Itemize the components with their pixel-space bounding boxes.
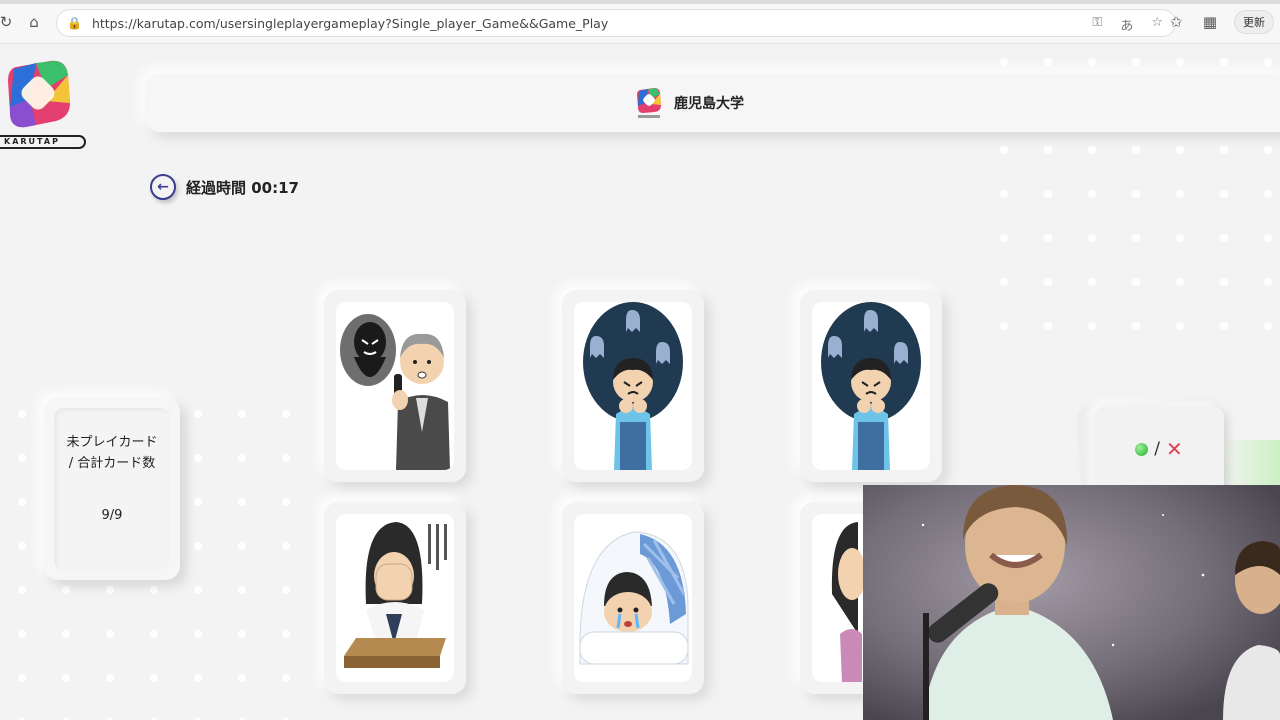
remaining-cards-label: 未プレイカード / 合計カード数: [66, 435, 158, 471]
remaining-cards-value: 9/9: [101, 508, 123, 523]
webcam-video-feed-icon: [863, 485, 1280, 720]
karutap-logo-icon: [8, 60, 70, 128]
home-icon[interactable]: ⌂: [24, 12, 44, 32]
webcam-overlay: [863, 485, 1280, 720]
karuta-card-depressed-at-desk[interactable]: [324, 502, 466, 694]
favorites-icon[interactable]: ✩: [1166, 13, 1186, 31]
karutap-logo[interactable]: KARUTAP: [0, 55, 90, 155]
browser-toolbar: ↻ ⌂ 🔒 https://karutap.com/usersingleplay…: [0, 0, 1280, 44]
address-bar[interactable]: 🔒 https://karutap.com/usersingleplayerga…: [56, 9, 1176, 37]
score-separator: /: [1154, 439, 1160, 459]
karuta-card-crying-under-blanket[interactable]: [562, 502, 704, 694]
url-text: https://karutap.com/usersingleplayergame…: [91, 15, 609, 31]
back-arrow-icon[interactable]: ←: [150, 174, 176, 200]
correct-dot-icon: [1135, 442, 1149, 456]
elapsed-time: 経過時間 00:17: [186, 178, 299, 197]
read-aloud-icon[interactable]: あ: [1120, 15, 1133, 34]
update-button[interactable]: 更新: [1234, 10, 1274, 34]
karutap-wordmark: KARUTAP: [0, 135, 86, 149]
extensions-icon[interactable]: ▦: [1200, 13, 1220, 31]
tab-strip: [0, 0, 1280, 4]
scared-boy-ghosts-illustration-icon: [583, 302, 683, 470]
karuta-card-scared-boy-ghosts-2[interactable]: [800, 290, 942, 482]
scared-boy-ghosts-illustration-icon: [821, 302, 921, 470]
crying-under-blanket-illustration-icon: [579, 531, 689, 665]
university-name: 鹿児島大学: [674, 96, 744, 112]
favorite-star-icon[interactable]: ☆: [1151, 15, 1163, 34]
depressed-at-desk-illustration-icon: [344, 522, 447, 668]
header-panel: 鹿児島大学: [145, 74, 1280, 132]
site-info-icon[interactable]: 🔒: [67, 16, 82, 30]
timer-row: ← 経過時間 00:17: [150, 174, 299, 200]
ghost-phone-call-illustration-icon: [340, 314, 450, 470]
remaining-cards-panel: 未プレイカード / 合計カード数 9/9: [44, 398, 180, 580]
key-icon[interactable]: ⚿: [1092, 15, 1102, 34]
karuta-card-ghost-phone-call[interactable]: [324, 290, 466, 482]
university-logo-icon: [637, 88, 661, 118]
reload-icon[interactable]: ↻: [0, 12, 16, 32]
karuta-card-scared-boy-ghosts[interactable]: [562, 290, 704, 482]
incorrect-x-icon: ✕: [1165, 437, 1183, 461]
